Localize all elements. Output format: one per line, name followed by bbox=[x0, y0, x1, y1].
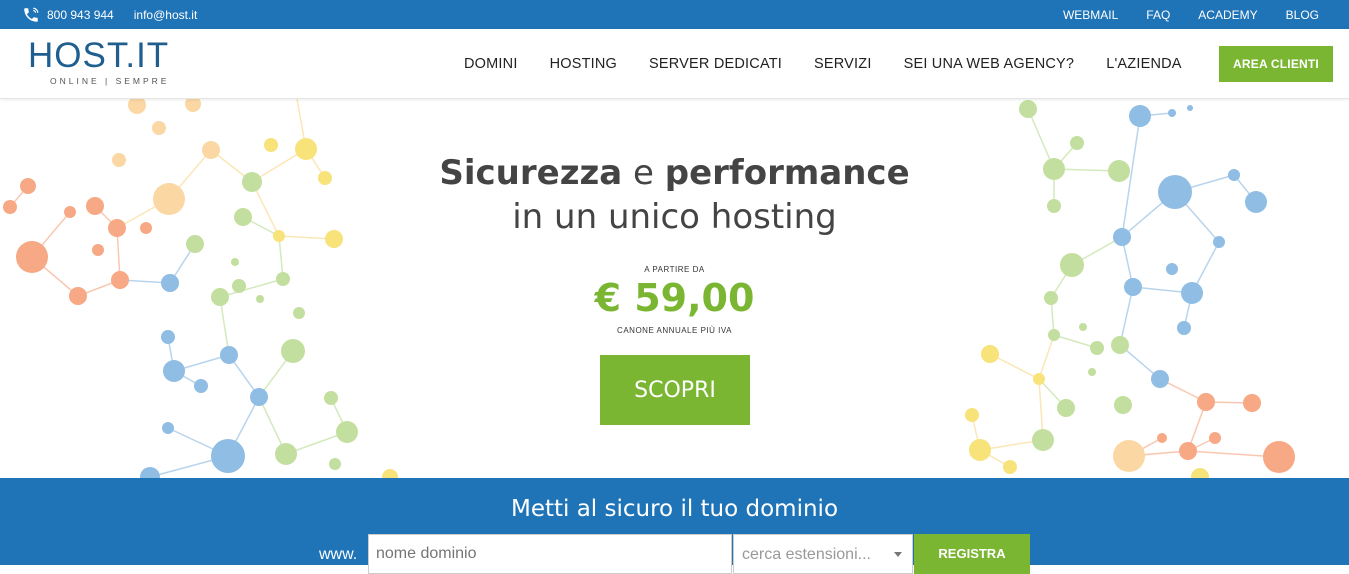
extension-select[interactable]: cerca estensioni... bbox=[733, 534, 913, 574]
hero-banner: Sicurezza e performance in un unico host… bbox=[0, 99, 1349, 479]
extension-select-placeholder: cerca estensioni... bbox=[742, 546, 871, 563]
email-link[interactable]: info@host.it bbox=[134, 8, 198, 22]
price-note: CANONE ANNUALE PIÙ IVA bbox=[617, 326, 732, 335]
www-prefix: www. bbox=[319, 546, 358, 563]
phone-icon bbox=[24, 7, 39, 22]
logo[interactable]: HOST.IT ONLINE | SEMPRE bbox=[28, 37, 198, 91]
price: € 59,00 bbox=[594, 276, 755, 320]
domain-search-title: Metti al sicuro il tuo dominio bbox=[510, 496, 839, 522]
headline-keyword-performance: performance bbox=[664, 153, 910, 193]
faq-link[interactable]: FAQ bbox=[1146, 8, 1170, 22]
main-nav: DOMINI HOSTING SERVER DEDICATI SERVIZI S… bbox=[448, 29, 1198, 99]
nav-item-domini[interactable]: DOMINI bbox=[464, 56, 518, 72]
academy-link[interactable]: ACADEMY bbox=[1198, 8, 1257, 22]
top-bar: 800 943 944 info@host.it WEBMAIL FAQ ACA… bbox=[0, 0, 1349, 29]
nav-item-azienda[interactable]: L'AZIENDA bbox=[1106, 56, 1181, 72]
headline-connector: e bbox=[622, 153, 665, 193]
price-prefix: A PARTIRE DA bbox=[644, 265, 705, 274]
headline-keyword-sicurezza: Sicurezza bbox=[439, 153, 623, 193]
nav-item-server-dedicati[interactable]: SERVER DEDICATI bbox=[649, 56, 782, 72]
webmail-link[interactable]: WEBMAIL bbox=[1063, 8, 1118, 22]
nav-item-servizi[interactable]: SERVIZI bbox=[814, 56, 872, 72]
blog-link[interactable]: BLOG bbox=[1286, 8, 1319, 22]
hero-headline: Sicurezza e performance in un unico host… bbox=[0, 151, 1349, 239]
domain-name-input[interactable] bbox=[368, 534, 732, 574]
logo-mark: HOST.IT bbox=[28, 36, 170, 75]
main-header: HOST.IT ONLINE | SEMPRE DOMINI HOSTING S… bbox=[0, 29, 1349, 99]
contact-info: 800 943 944 info@host.it bbox=[22, 0, 197, 29]
hero-headline-line2: in un unico hosting bbox=[512, 197, 837, 237]
domain-search-section: Metti al sicuro il tuo dominio www. cerc… bbox=[0, 478, 1349, 574]
logo-tagline: ONLINE | SEMPRE bbox=[50, 76, 170, 86]
registra-button[interactable]: REGISTRA bbox=[914, 534, 1030, 574]
nav-item-web-agency[interactable]: SEI UNA WEB AGENCY? bbox=[904, 56, 1075, 72]
hero-headline-line1: Sicurezza e performance bbox=[0, 151, 1349, 195]
chevron-down-icon bbox=[894, 552, 902, 557]
phone-number[interactable]: 800 943 944 bbox=[47, 8, 114, 22]
area-clienti-button[interactable]: AREA CLIENTI bbox=[1219, 46, 1333, 82]
scopri-button[interactable]: SCOPRI bbox=[600, 355, 750, 425]
top-links: WEBMAIL FAQ ACADEMY BLOG bbox=[1035, 0, 1319, 29]
nav-item-hosting[interactable]: HOSTING bbox=[550, 56, 617, 72]
